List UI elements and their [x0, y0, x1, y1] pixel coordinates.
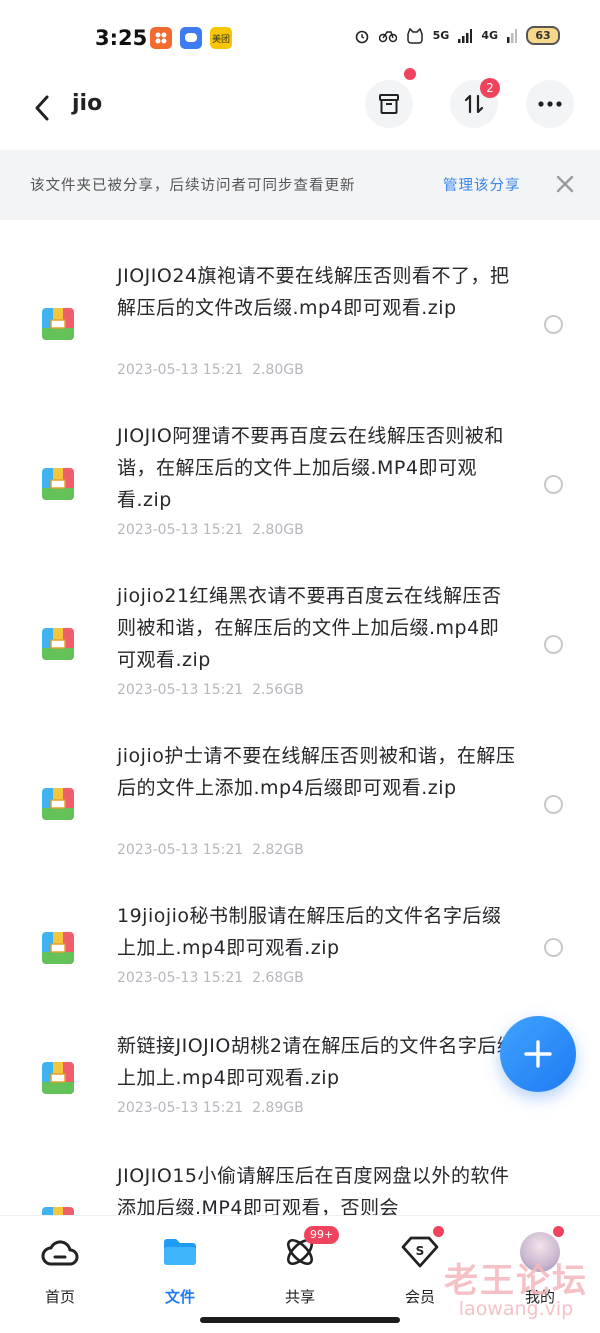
file-size: 2.56GB	[252, 682, 304, 698]
transfer-icon	[464, 94, 484, 114]
manage-share-link[interactable]: 管理该分享	[443, 174, 521, 195]
watermark-en: laowang.vip	[458, 1298, 574, 1320]
file-name: JIOJIO24旗袍请不要在线解压否则看不了，把解压后的文件改后缀.mp4即可观…	[117, 265, 510, 319]
nav-home-label: 首页	[44, 1288, 75, 1306]
share-notice-bar: 该文件夹已被分享，后续访问者可同步查看更新 管理该分享	[0, 150, 600, 220]
status-time: 3:25	[95, 26, 148, 50]
zip-file-icon	[42, 468, 74, 500]
file-row[interactable]: jiojio护士请不要在线解压否则被和谐，在解压后的文件上添加.mp4后缀即可观…	[0, 740, 600, 900]
archive-icon	[379, 94, 399, 114]
file-name: 新链接JIOJIO胡桃2请在解压后的文件名字后缀上加上.mp4即可观看.zip	[117, 1035, 517, 1089]
chat-app-icon	[180, 27, 202, 49]
file-name: jiojio护士请不要在线解压否则被和谐，在解压后的文件上添加.mp4后缀即可观…	[117, 745, 516, 799]
select-radio[interactable]	[544, 795, 563, 814]
share-count-badge: 99+	[304, 1226, 340, 1244]
signal-icon	[458, 28, 473, 43]
close-icon	[556, 175, 574, 193]
taobao-app-icon	[150, 27, 172, 49]
nav-share-label: 共享	[284, 1288, 315, 1306]
chevron-left-icon	[35, 95, 49, 121]
file-date: 2023-05-13 15:21	[117, 682, 244, 698]
file-row[interactable]: JIOJIO15小偷请解压后在百度网盘以外的软件添加后缀.MP4即可观看，否则会	[0, 1160, 600, 1215]
more-button[interactable]	[526, 80, 574, 128]
cloud-icon	[40, 1232, 80, 1272]
nav-home[interactable]: 首页	[20, 1232, 100, 1307]
file-name: 19jiojio秘书制服请在解压后的文件名字后缀上加上.mp4即可观看.zip	[117, 905, 502, 959]
folder-header: jio 2	[0, 68, 600, 148]
cat-icon	[406, 27, 423, 44]
zip-file-icon	[42, 788, 74, 820]
orbit-icon: 99+	[280, 1226, 340, 1272]
signal-icon	[507, 28, 517, 43]
folder-title: jio	[72, 91, 103, 116]
network-5g: 5G	[432, 29, 450, 42]
select-radio[interactable]	[544, 635, 563, 654]
share-notice-text: 该文件夹已被分享，后续访问者可同步查看更新	[30, 178, 356, 194]
zip-file-icon	[42, 1062, 74, 1094]
notification-dot	[553, 1226, 564, 1237]
zip-file-icon	[42, 308, 74, 340]
vip-diamond-icon: S	[400, 1226, 444, 1272]
file-meta: 2023-05-13 15:21 2.82GB	[117, 842, 304, 858]
nav-files[interactable]: 文件	[140, 1232, 220, 1307]
file-date: 2023-05-13 15:21	[117, 970, 244, 986]
file-row[interactable]: 19jiojio秘书制服请在解压后的文件名字后缀上加上.mp4即可观看.zip …	[0, 900, 600, 1030]
file-row[interactable]: jiojio21红绳黑衣请不要再百度云在线解压否则被和谐，在解压后的文件上加后缀…	[0, 580, 600, 740]
archive-button[interactable]	[365, 68, 416, 128]
status-indicators: 5G 4G 63	[354, 26, 560, 45]
select-radio[interactable]	[544, 938, 563, 957]
battery-indicator: 63	[526, 26, 560, 45]
plus-icon	[524, 1040, 552, 1068]
transfer-count-badge: 2	[480, 78, 500, 98]
home-indicator[interactable]	[200, 1317, 400, 1323]
meituan-app-icon: 美团	[210, 27, 232, 49]
network-4g: 4G	[481, 29, 498, 42]
file-row[interactable]: JIOJIO阿狸请不要再百度云在线解压否则被和谐，在解压后的文件上加后缀.MP4…	[0, 420, 600, 580]
add-button[interactable]	[500, 1016, 576, 1092]
file-date: 2023-05-13 15:21	[117, 522, 244, 538]
file-meta: 2023-05-13 15:21 2.89GB	[117, 1100, 304, 1116]
zip-file-icon	[42, 1207, 74, 1215]
file-meta: 2023-05-13 15:21 2.68GB	[117, 970, 304, 986]
zip-file-icon	[42, 932, 74, 964]
alarm-icon	[355, 30, 368, 43]
file-name: JIOJIO阿狸请不要再百度云在线解压否则被和谐，在解压后的文件上加后缀.MP4…	[117, 425, 504, 511]
file-meta: 2023-05-13 15:21 2.56GB	[117, 682, 304, 698]
file-meta: 2023-05-13 15:21 2.80GB	[117, 522, 304, 538]
file-date: 2023-05-13 15:21	[117, 1100, 244, 1116]
file-size: 2.89GB	[252, 1100, 304, 1116]
file-size: 2.68GB	[252, 970, 304, 986]
file-name: jiojio21红绳黑衣请不要再百度云在线解压否则被和谐，在解压后的文件上加后缀…	[117, 585, 502, 671]
notification-dot	[404, 68, 416, 80]
select-radio[interactable]	[544, 475, 563, 494]
close-notice-button[interactable]	[555, 174, 575, 194]
file-meta: 2023-05-13 15:21 2.80GB	[117, 362, 304, 378]
status-bar: 3:25 美团 5G 4G 63	[0, 0, 600, 76]
transfer-list-button[interactable]: 2	[450, 78, 500, 128]
nav-share[interactable]: 99+ 共享	[260, 1226, 340, 1307]
nav-files-label: 文件	[164, 1288, 195, 1306]
svg-text:S: S	[416, 1244, 425, 1258]
zip-file-icon	[42, 628, 74, 660]
back-button[interactable]	[24, 90, 60, 126]
notification-dot	[433, 1226, 444, 1237]
file-size: 2.80GB	[252, 522, 304, 538]
file-row[interactable]: JIOJIO24旗袍请不要在线解压否则看不了，把解压后的文件改后缀.mp4即可观…	[0, 260, 600, 420]
file-name: JIOJIO15小偷请解压后在百度网盘以外的软件添加后缀.MP4即可观看，否则会	[117, 1165, 510, 1215]
bike-icon	[378, 30, 397, 42]
file-date: 2023-05-13 15:21	[117, 842, 244, 858]
file-date: 2023-05-13 15:21	[117, 362, 244, 378]
select-radio[interactable]	[544, 315, 563, 334]
more-icon	[538, 101, 562, 107]
notification-app-icons: 美团	[150, 27, 232, 49]
watermark: 老王论坛 laowang.vip	[444, 1253, 588, 1320]
file-size: 2.82GB	[252, 842, 304, 858]
folder-icon	[160, 1232, 200, 1272]
file-size: 2.80GB	[252, 362, 304, 378]
watermark-cn: 老王论坛	[444, 1261, 588, 1301]
